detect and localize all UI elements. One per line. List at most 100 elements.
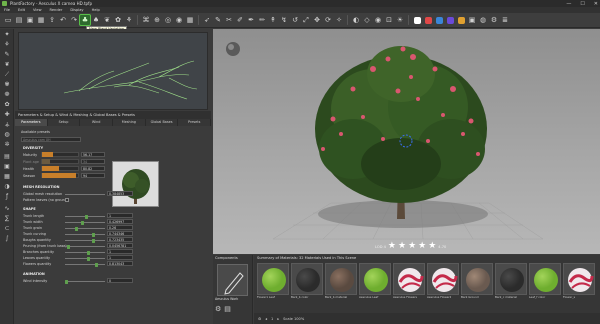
frame-prev-icon[interactable]: ◂ — [265, 317, 267, 321]
pencil-tool-icon[interactable]: ✐ — [235, 15, 245, 25]
open-folder-icon[interactable]: ▤ — [14, 15, 24, 25]
3d-viewport[interactable]: LOD 4 ★ ★ ★ ★ ★ 4.70 — [213, 29, 600, 254]
material-thumbnail[interactable] — [529, 263, 561, 295]
function-node-icon[interactable]: ƒ — [2, 193, 12, 201]
menu-help[interactable]: Help — [92, 8, 100, 12]
branches-quantity-slider[interactable] — [65, 250, 105, 255]
menu-display[interactable]: Display — [70, 8, 83, 12]
save-as-icon[interactable]: ▦ — [36, 15, 46, 25]
bend-tool-icon[interactable]: ↯ — [279, 15, 289, 25]
star-icon[interactable]: ★ — [428, 242, 436, 251]
pencil-node-icon[interactable]: ✎ — [2, 51, 12, 59]
trunk-width-value[interactable]: 0.426997 — [107, 219, 133, 224]
tab-setup[interactable]: Setup — [48, 119, 81, 126]
brush-tool-icon[interactable]: ✎ — [213, 15, 223, 25]
tab-parameters[interactable]: Parameters — [15, 119, 48, 126]
tab-meshing[interactable]: Meshing — [113, 119, 146, 126]
plant-age-bar[interactable] — [41, 159, 79, 164]
wire-icon[interactable]: ◇ — [362, 15, 372, 25]
render-icon[interactable]: ◎ — [163, 15, 173, 25]
visibility-icon[interactable]: ◐ — [351, 15, 361, 25]
close-button[interactable]: ✕ — [594, 1, 598, 7]
scale-tool-icon[interactable]: ⤢ — [301, 15, 311, 25]
fruit-node-icon[interactable]: ❁ — [2, 91, 12, 99]
leaves-quantity-slider[interactable] — [65, 256, 105, 261]
rotate-tool-icon[interactable]: ⟳ — [323, 15, 333, 25]
trunk-width-slider[interactable] — [65, 220, 105, 225]
swatch-blue[interactable] — [435, 16, 443, 24]
material-thumbnail[interactable] — [495, 263, 527, 295]
trunk-grain-slider[interactable] — [65, 226, 105, 231]
maximize-button[interactable]: ☐ — [580, 1, 584, 7]
material-thumbnail[interactable] — [325, 263, 357, 295]
trunk-curving-slider[interactable] — [65, 232, 105, 237]
node-graph-preview[interactable] — [18, 32, 208, 110]
boughs-quantity-value[interactable]: 0.723435 — [107, 237, 133, 242]
branch-node-icon[interactable]: ⚘ — [2, 41, 12, 49]
material-thumbnail[interactable] — [393, 263, 425, 295]
shading-icon[interactable]: ◍ — [478, 15, 488, 25]
clump-node-icon[interactable]: ✲ — [2, 141, 12, 149]
global-mesh-resolution-value[interactable]: 0.384853 — [107, 191, 133, 196]
material-thumbnail[interactable] — [291, 263, 323, 295]
menu-edit[interactable]: Edit — [18, 8, 25, 12]
material-thumbnail[interactable] — [563, 263, 595, 295]
tab-wind[interactable]: Wind — [80, 119, 114, 126]
export-icon[interactable]: ⇪ — [47, 15, 57, 25]
leaves-quantity-value[interactable]: 1 — [107, 255, 133, 260]
redo-icon[interactable]: ↷ — [69, 15, 79, 25]
swatch-red[interactable] — [424, 16, 432, 24]
star-icon[interactable]: ★ — [418, 242, 426, 251]
new-plant-variation-icon[interactable]: ♣ — [79, 14, 91, 26]
season-bar[interactable] — [41, 173, 79, 178]
material-thumbnail[interactable] — [461, 263, 493, 295]
component-card[interactable] — [217, 264, 248, 296]
plant-age-value[interactable]: 34 — [81, 159, 105, 164]
magic-tool-icon[interactable]: ✧ — [334, 15, 344, 25]
move-tool-icon[interactable]: ✥ — [312, 15, 322, 25]
seed-node-icon[interactable]: ◍ — [2, 131, 12, 139]
menu-file[interactable]: File — [4, 8, 10, 12]
wind-intensity-slider[interactable] — [65, 279, 105, 284]
cut-tool-icon[interactable]: ✂ — [224, 15, 234, 25]
tab-global-bases[interactable]: Global Bases — [146, 119, 179, 126]
swatch-orange[interactable] — [457, 16, 465, 24]
season-value[interactable]: 94 — [81, 173, 105, 178]
trunk-length-slider[interactable] — [65, 214, 105, 219]
material-thumbnail[interactable] — [427, 263, 459, 295]
trunk-length-value[interactable]: 1 — [107, 213, 133, 218]
leaf-node-icon[interactable]: ❦ — [2, 61, 12, 69]
grid-icon[interactable]: ▦ — [185, 15, 195, 25]
flowers-quantity-slider[interactable] — [65, 262, 105, 267]
star-icon[interactable]: ★ — [408, 242, 416, 251]
frame-next-icon[interactable]: ▸ — [277, 317, 279, 321]
curve-node-icon[interactable]: ∿ — [2, 205, 12, 213]
pipe-node-icon[interactable]: ⊂ — [2, 225, 12, 233]
spline-node-icon[interactable]: ∫ — [2, 235, 12, 243]
add-component-icon[interactable]: ⚙ — [215, 305, 221, 313]
boughs-quantity-slider[interactable] — [65, 238, 105, 243]
flowers-quantity-value[interactable]: 0.813043 — [107, 261, 133, 266]
save-icon[interactable]: ▣ — [25, 15, 35, 25]
material-thumbnail[interactable] — [359, 263, 391, 295]
math-node-icon[interactable]: ∑ — [2, 215, 12, 223]
maturity-value[interactable]: 56.17 — [81, 152, 105, 157]
wind-intensity-value[interactable]: 0 — [107, 278, 133, 283]
node-icon[interactable]: ⊕ — [152, 15, 162, 25]
star-icon[interactable]: ★ — [388, 242, 396, 251]
bark-node-icon[interactable]: ▤ — [2, 153, 12, 161]
preset-select[interactable]: Aesculus cam XH — [21, 137, 81, 142]
new-file-icon[interactable]: ▭ — [3, 15, 13, 25]
global-mesh-resolution-slider[interactable] — [65, 194, 105, 195]
settings-icon[interactable]: ⚙ — [258, 317, 261, 321]
pruning-value[interactable]: 0.0456781 — [107, 243, 133, 248]
branch-icon[interactable]: ⚘ — [124, 15, 134, 25]
swatch-purple[interactable] — [446, 16, 454, 24]
flower-node-icon[interactable]: ✾ — [2, 81, 12, 89]
trunk-grain-value[interactable]: 0.26 — [107, 225, 133, 230]
color-node-icon[interactable]: ◑ — [2, 183, 12, 191]
grow-tool-icon[interactable]: ↟ — [268, 15, 278, 25]
display-mode-icon[interactable]: ▣ — [467, 15, 477, 25]
lights-icon[interactable]: ☀ — [395, 15, 405, 25]
trunk-curving-value[interactable]: 0.744346 — [107, 231, 133, 236]
